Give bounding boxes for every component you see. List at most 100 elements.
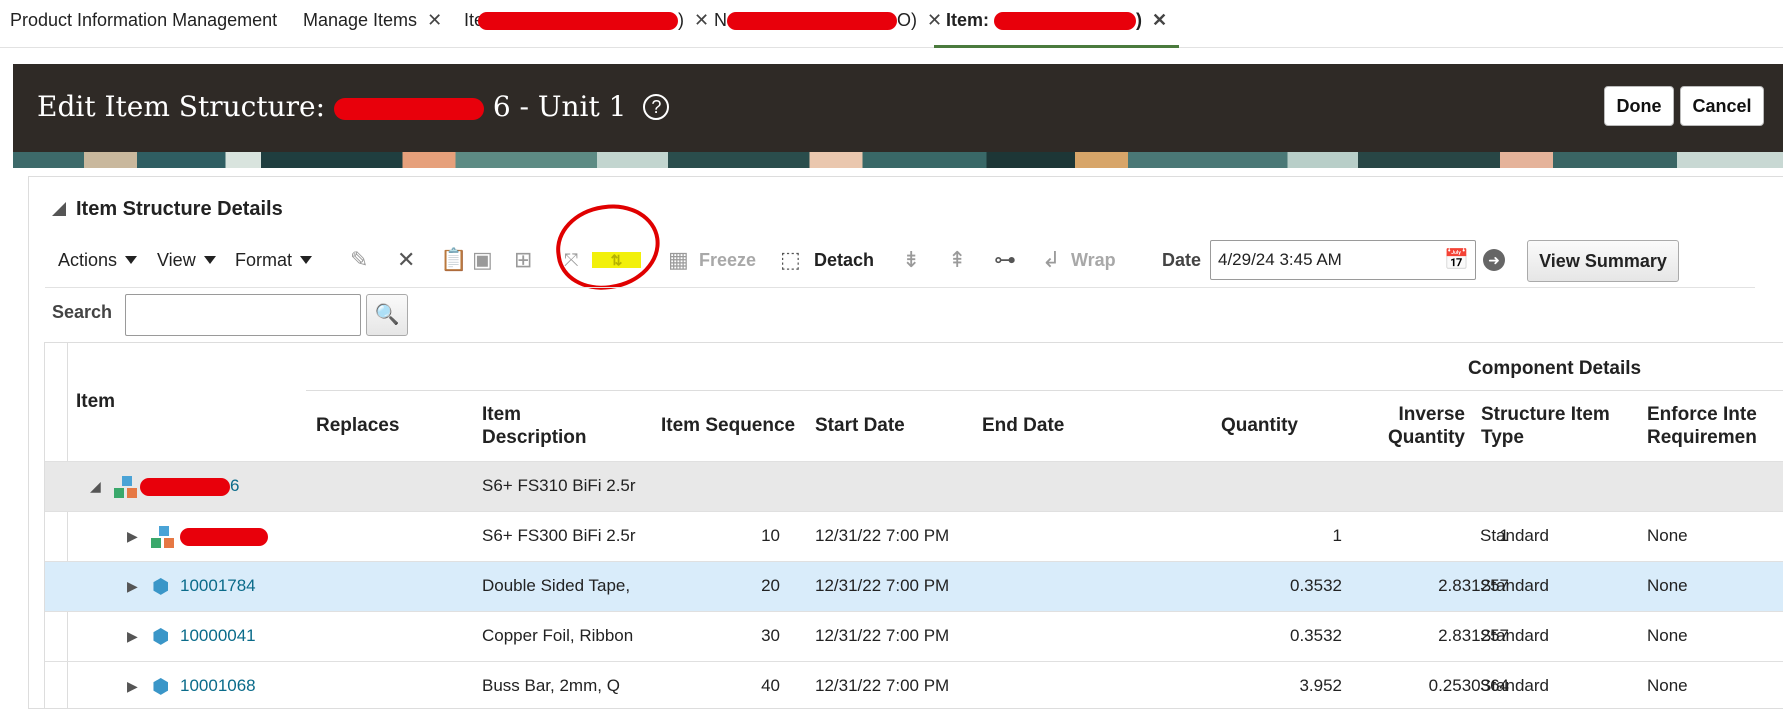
hierarchy-icon[interactable]: ⊶ (994, 246, 1016, 274)
quantity: 3.952 (1299, 676, 1342, 695)
structure-icon (151, 526, 177, 550)
item-number[interactable] (180, 512, 300, 562)
table-row[interactable]: ▶ ⬢ 10001784 Double Sided Tape, 20 12/31… (45, 561, 1783, 611)
end-date (982, 662, 1132, 712)
header-line: Inverse (1398, 404, 1465, 425)
tab-redacted[interactable]: N O) ✕ (714, 0, 942, 48)
edit-icon[interactable]: ✎ (350, 246, 368, 274)
expand-triangle-icon[interactable]: ▶ (127, 512, 138, 560)
format-menu[interactable]: Format (235, 246, 313, 274)
item-description: Copper Foil, Ribbon (482, 626, 634, 645)
col-header-end-date[interactable]: End Date (982, 414, 1064, 437)
col-header-quantity[interactable]: Quantity (1190, 414, 1298, 437)
expand-triangle-icon[interactable]: ▶ (127, 662, 138, 710)
table-row[interactable]: ▶ ⬢ 10001068 Buss Bar, 2mm, Q 40 12/31/2… (45, 661, 1783, 711)
tab-item-active[interactable]: Item: ) ✕ (934, 0, 1180, 48)
item-cube-icon: ⬢ (152, 676, 170, 698)
item-description: S6+ FS310 BiFi 2.5r (482, 476, 636, 495)
freeze-button[interactable]: Freeze (699, 246, 756, 274)
add-row-icon[interactable]: ⊞ (514, 246, 532, 274)
header-line: Structure Item (1481, 404, 1610, 425)
item-sequence: 20 (761, 576, 780, 595)
expand-triangle-icon[interactable]: ▶ (127, 612, 138, 660)
header-line: Item (482, 404, 522, 425)
wrap-icon[interactable]: ↲ (1042, 246, 1060, 274)
detach-button[interactable]: Detach (814, 246, 874, 274)
paste-icon[interactable]: ▣ (472, 246, 493, 274)
actions-label: Actions (58, 250, 118, 270)
enforce-integer-requirements: None (1647, 526, 1688, 545)
collapse-triangle-icon[interactable] (52, 202, 66, 216)
date-field[interactable]: 4/29/24 3:45 AM 📅 (1210, 240, 1476, 280)
item-cube-icon: ⬢ (152, 576, 170, 598)
item-number[interactable]: 10001784 (180, 562, 300, 612)
item-number[interactable]: 6 (140, 462, 270, 512)
expand-triangle-icon[interactable]: ▶ (127, 562, 138, 610)
go-icon[interactable]: ➜ (1483, 249, 1505, 271)
help-icon[interactable]: ? (643, 94, 670, 120)
tab-label: Manage Items (303, 10, 418, 30)
cancel-button[interactable]: Cancel (1680, 86, 1764, 126)
structure-item-type: Standard (1480, 576, 1549, 595)
col-header-item-description[interactable]: Item Description (482, 403, 587, 449)
table-row[interactable]: ▶ ⬢ 10000041 Copper Foil, Ribbon 30 12/3… (45, 611, 1783, 661)
format-label: Format (235, 250, 293, 270)
wrap-button[interactable]: Wrap (1071, 246, 1116, 274)
header-line: Quantity (1387, 427, 1465, 448)
chevron-down-icon (300, 256, 313, 264)
actions-menu[interactable]: Actions (58, 246, 138, 274)
date-value: 4/29/24 3:45 AM (1218, 250, 1342, 269)
header-decoration (13, 152, 1783, 168)
close-icon[interactable]: ✕ (694, 10, 709, 30)
item-number[interactable]: 10000041 (180, 612, 300, 662)
col-header-replaces[interactable]: Replaces (316, 414, 399, 437)
view-menu[interactable]: View (157, 246, 216, 274)
page-title: Edit Item Structure: 6 - Unit 1 ? (37, 90, 670, 123)
outdent-icon[interactable]: ⇞ (948, 246, 966, 274)
search-icon[interactable]: 🔍 (366, 294, 408, 336)
header-line: Requiremen (1647, 427, 1757, 448)
start-date: 12/31/22 7:00 PM (815, 626, 950, 645)
tab-product-information-management[interactable]: Product Information Management (10, 0, 277, 48)
col-header-item-sequence[interactable]: Item Sequence (661, 414, 795, 437)
delete-icon[interactable]: ✕ (397, 246, 415, 274)
enforce-integer-requirements: None (1647, 676, 1688, 695)
tab-manage-items[interactable]: Manage Items ✕ (303, 0, 442, 48)
copy-icon[interactable]: 📋 (440, 246, 467, 274)
view-summary-button[interactable]: View Summary (1527, 240, 1679, 282)
tab-label: Item: (946, 10, 990, 30)
col-header-inverse-quantity[interactable]: Inverse Quantity (1350, 403, 1465, 449)
redaction-mark (180, 527, 268, 546)
tab-label-tail: ) (678, 10, 685, 30)
table-row[interactable]: ◢ 6 S6+ FS310 BiFi 2.5r (45, 461, 1783, 511)
search-input[interactable] (125, 294, 361, 336)
item-number[interactable]: 10001068 (180, 662, 300, 712)
tab-item-redacted[interactable]: Ite) ✕ (464, 0, 709, 48)
start-date: 12/31/22 7:00 PM (815, 576, 950, 595)
detach-icon[interactable]: ⬚ (780, 246, 801, 274)
collapse-triangle-icon[interactable]: ◢ (90, 462, 101, 510)
section-title-text: Item Structure Details (76, 198, 283, 220)
close-icon[interactable]: ✕ (427, 10, 442, 30)
col-header-enforce-integer-requirements[interactable]: Enforce Inte Requiremen (1647, 403, 1783, 449)
freeze-icon[interactable]: ▦ (668, 246, 689, 274)
structure-item-type: Standard (1480, 526, 1549, 545)
close-icon[interactable]: ✕ (1152, 10, 1167, 30)
end-date (982, 562, 1132, 612)
col-header-structure-item-type[interactable]: Structure Item Type (1481, 403, 1610, 449)
redaction-mark (727, 12, 897, 31)
col-header-item[interactable]: Item (76, 390, 115, 413)
item-sequence: 40 (761, 676, 780, 695)
table-row[interactable]: ▶ S6+ FS300 BiFi 2.5r 10 12/31/22 7:00 P… (45, 511, 1783, 561)
indent-icon[interactable]: ⇟ (902, 246, 920, 274)
quantity: 0.3532 (1290, 576, 1342, 595)
chevron-down-icon (125, 256, 138, 264)
date-label: Date (1162, 250, 1202, 270)
page-header: Edit Item Structure: 6 - Unit 1 ? Done C… (13, 64, 1783, 152)
item-description: Double Sided Tape, (482, 576, 631, 595)
done-button[interactable]: Done (1604, 86, 1674, 126)
item-description: Buss Bar, 2mm, Q (482, 676, 620, 695)
section-title[interactable]: Item Structure Details (52, 198, 283, 221)
calendar-icon[interactable]: 📅 (1444, 241, 1469, 279)
col-header-start-date[interactable]: Start Date (815, 414, 905, 437)
